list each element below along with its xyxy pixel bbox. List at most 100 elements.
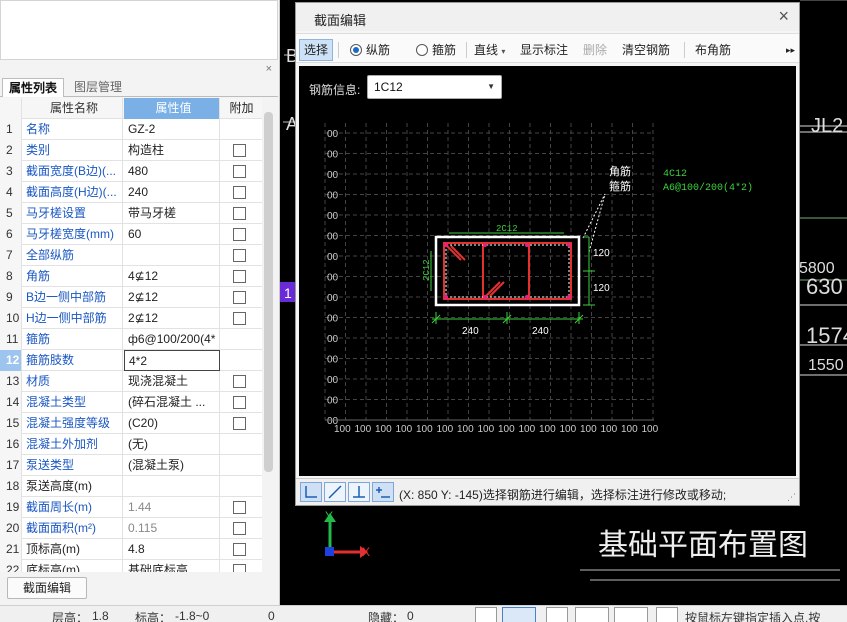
stirrup-spec[interactable]: A6@100/200(4*2) — [663, 182, 753, 194]
property-value[interactable]: ф6@100/200(4* — [124, 329, 220, 350]
table-row[interactable]: 14 混凝土类型 (碎石混凝土 ... — [0, 392, 262, 413]
cross-status-icon[interactable] — [546, 607, 568, 622]
add-checkbox[interactable] — [233, 207, 246, 220]
table-row[interactable]: 10 H边一侧中部筋 2⊈12 — [0, 308, 262, 329]
add-checkbox[interactable] — [233, 543, 246, 556]
property-value[interactable]: (混凝土泵) — [124, 455, 220, 476]
table-row[interactable]: 18 泵送高度(m) — [0, 476, 262, 497]
property-value[interactable]: 0.115 — [124, 518, 220, 539]
table-row[interactable]: 12 箍筋肢数 4*2 — [0, 350, 262, 371]
top-rebar-label[interactable]: 2C12 — [496, 224, 518, 234]
table-row[interactable]: 22 底标高(m) 基础底标高 — [0, 560, 262, 572]
add-checkbox[interactable] — [233, 522, 246, 535]
tab-layer-manage[interactable]: 图层管理 — [68, 78, 128, 97]
insert-status-icon[interactable] — [614, 607, 648, 622]
table-row[interactable]: 8 角筋 4⊈12 — [0, 266, 262, 287]
dim-bottom-2[interactable]: 240 — [532, 326, 549, 337]
table-row[interactable]: 13 材质 现浇混凝土 — [0, 371, 262, 392]
select-button[interactable]: 选择 — [299, 39, 334, 61]
table-row[interactable]: 1 名称 GZ-2 — [0, 119, 262, 140]
property-value[interactable]: (C20) — [124, 413, 220, 434]
add-checkbox[interactable] — [233, 375, 246, 388]
property-value[interactable]: GZ-2 — [124, 119, 220, 140]
outer-stirrup[interactable] — [443, 242, 572, 300]
show-label-button[interactable]: 显示标注 — [520, 39, 568, 61]
rebar-dots[interactable] — [444, 243, 571, 299]
table-row[interactable]: 6 马牙槎宽度(mm) 60 — [0, 224, 262, 245]
add-checkbox[interactable] — [233, 396, 246, 409]
property-value[interactable] — [124, 476, 220, 497]
table-row[interactable]: 9 B边一侧中部筋 2⊈12 — [0, 287, 262, 308]
add-checkbox[interactable] — [233, 417, 246, 430]
property-value[interactable]: 60 — [124, 224, 220, 245]
property-value[interactable]: 基础底标高 — [124, 560, 220, 572]
add-checkbox[interactable] — [233, 291, 246, 304]
section-canvas[interactable]: 钢筋信息: 1C12 ▼ 00 00 00 00 00 00 00 00 00 00 00 00 00 0… — [299, 66, 796, 476]
tab-property-list[interactable]: 属性列表 — [2, 78, 65, 97]
table-row[interactable]: 2 类别 构造柱 — [0, 140, 262, 161]
corner-rebar-button[interactable]: 布角筋 — [695, 39, 731, 61]
add-checkbox[interactable] — [233, 270, 246, 283]
perpendicular-snap-icon[interactable] — [348, 482, 370, 502]
table-row[interactable]: 15 混凝土强度等级 (C20) — [0, 413, 262, 434]
add-checkbox[interactable] — [233, 501, 246, 514]
add-checkbox[interactable] — [233, 165, 246, 178]
ortho-status-icon[interactable] — [475, 607, 497, 622]
property-value[interactable]: 4⊈12 — [124, 266, 220, 287]
dim-bottom-1[interactable]: 240 — [462, 326, 479, 337]
corner-spec[interactable]: 4C12 — [663, 169, 687, 180]
side-rebar-label[interactable]: 2C12 — [422, 259, 432, 281]
snap-status-icon[interactable] — [502, 607, 536, 622]
property-value[interactable]: 240 — [124, 182, 220, 203]
property-name: H边一侧中部筋 — [23, 308, 123, 329]
inner-stirrup[interactable] — [482, 242, 530, 300]
add-checkbox[interactable] — [233, 228, 246, 241]
property-value[interactable]: 480 — [124, 161, 220, 182]
property-value[interactable]: 带马牙槎 — [124, 203, 220, 224]
line-dropdown[interactable]: 直线 ▾ — [474, 39, 505, 61]
property-value[interactable]: 构造柱 — [124, 140, 220, 161]
property-value[interactable]: 4*2 — [124, 350, 220, 371]
add-checkbox[interactable] — [233, 564, 246, 572]
property-value[interactable]: 2⊈12 — [124, 308, 220, 329]
table-row[interactable]: 21 顶标高(m) 4.8 — [0, 539, 262, 560]
property-value[interactable]: 1.44 — [124, 497, 220, 518]
table-row[interactable]: 11 箍筋 ф6@100/200(4* — [0, 329, 262, 350]
table-row[interactable]: 19 截面周长(m) 1.44 — [0, 497, 262, 518]
stirrup-radio[interactable]: 箍筋 — [416, 39, 456, 61]
property-value[interactable]: 4.8 — [124, 539, 220, 560]
table-row[interactable]: 17 泵送类型 (混凝土泵) — [0, 455, 262, 476]
property-value[interactable]: 2⊈12 — [124, 287, 220, 308]
property-value[interactable]: 现浇混凝土 — [124, 371, 220, 392]
property-value[interactable]: (无) — [124, 434, 220, 455]
property-value[interactable] — [124, 245, 220, 266]
add-checkbox[interactable] — [233, 186, 246, 199]
close-icon[interactable]: × — [778, 6, 789, 27]
longitudinal-radio[interactable]: 纵筋 — [350, 39, 390, 61]
add-checkbox[interactable] — [233, 249, 246, 262]
ortho-snap-icon[interactable] — [300, 482, 322, 502]
grid-label-bottom: 100 — [642, 424, 659, 435]
section-edit-button[interactable]: 截面编辑 — [7, 577, 87, 599]
save-status-icon[interactable] — [656, 607, 678, 622]
property-value[interactable]: (碎石混凝土 ... — [124, 392, 220, 413]
add-checkbox[interactable] — [233, 144, 246, 157]
dim-right-1[interactable]: 120 — [593, 248, 610, 259]
line-status-icon[interactable] — [575, 607, 609, 622]
property-scrollbar[interactable] — [264, 112, 273, 472]
clear-rebar-button[interactable]: 清空钢筋 — [622, 39, 670, 61]
table-row[interactable]: 16 混凝土外加剂 (无) — [0, 434, 262, 455]
dim-right-2[interactable]: 120 — [593, 283, 610, 294]
insert-point-icon[interactable] — [372, 482, 394, 502]
table-row[interactable]: 7 全部纵筋 — [0, 245, 262, 266]
table-row[interactable]: 4 截面高度(H边)(... 240 — [0, 182, 262, 203]
panel-close-icon[interactable]: × — [266, 63, 272, 75]
line-snap-icon[interactable] — [324, 482, 346, 502]
table-row[interactable]: 20 截面面积(m²) 0.115 — [0, 518, 262, 539]
more-icon[interactable]: ▸▸ — [786, 39, 795, 61]
table-row[interactable]: 5 马牙槎设置 带马牙槎 — [0, 203, 262, 224]
resize-grip-icon[interactable]: ⋰ — [787, 492, 796, 503]
table-row[interactable]: 3 截面宽度(B边)(... 480 — [0, 161, 262, 182]
add-checkbox[interactable] — [233, 312, 246, 325]
delete-button[interactable]: 删除 — [583, 39, 607, 61]
